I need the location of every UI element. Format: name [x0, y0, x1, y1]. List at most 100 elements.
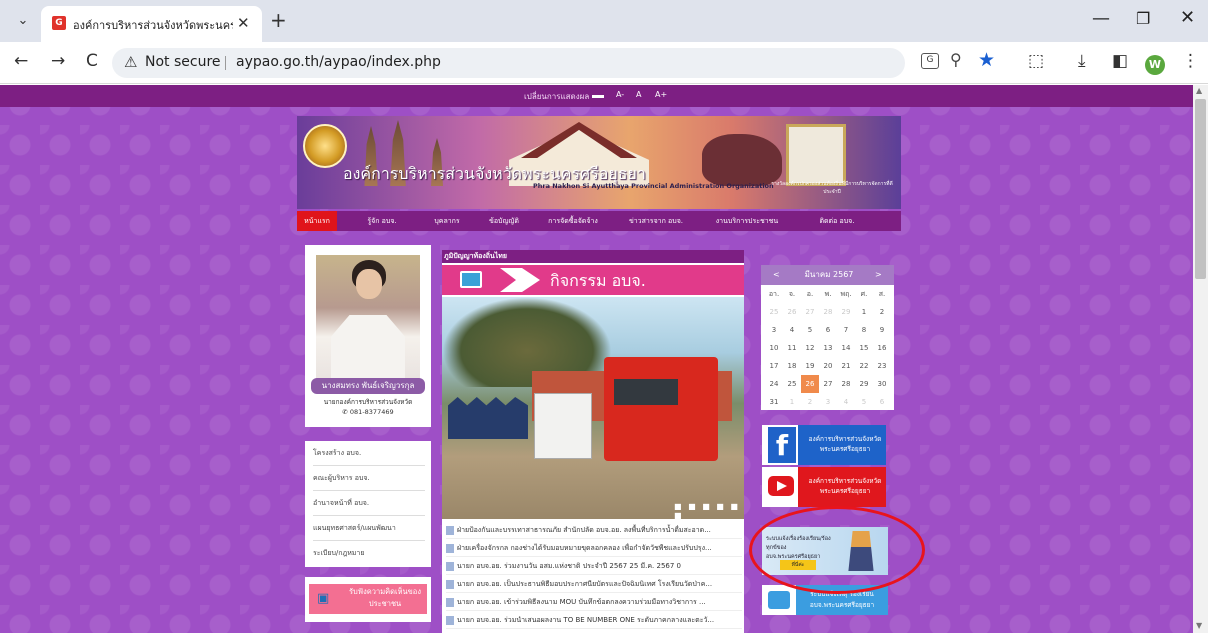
not-secure-label[interactable]: Not secure	[145, 54, 221, 70]
left-menu-item-plans[interactable]: แผนยุทธศาสตร์/แผนพัฒนา	[313, 516, 425, 541]
nav-item-services[interactable]: งานบริการประชาชน	[697, 211, 797, 231]
back-button[interactable]: ←	[14, 51, 28, 71]
calendar-day[interactable]: 28	[837, 375, 855, 393]
news-item-text[interactable]: ฝ่ายป้องกันและบรรเทาสาธารณภัย สำนักปลัด …	[457, 526, 711, 534]
warning-icon[interactable]: ⚠	[124, 53, 137, 71]
window-close-button[interactable]: ✕	[1180, 7, 1195, 28]
scroll-up-icon[interactable]: ▲	[1196, 86, 1202, 95]
forward-button[interactable]: →	[51, 51, 65, 71]
calendar-day[interactable]: 6	[819, 321, 837, 339]
calendar-day[interactable]: 4	[837, 393, 855, 411]
slider-dots[interactable]: ■ ■ ■ ■ ■ ■	[674, 502, 744, 519]
calendar-day[interactable]: 19	[801, 357, 819, 375]
calendar-day[interactable]: 23	[873, 357, 891, 375]
calendar-day[interactable]: 29	[837, 303, 855, 321]
left-menu-item-duties[interactable]: อำนาจหน้าที่ อบจ.	[313, 491, 425, 516]
new-tab-button[interactable]: +	[270, 8, 287, 32]
news-item-text[interactable]: นายก อบจ.อย. ร่วมนำเสนอผลงาน TO BE NUMBE…	[457, 616, 714, 624]
left-menu-item-structure[interactable]: โครงสร้าง อบจ.	[313, 441, 425, 466]
calendar-day[interactable]: 18	[783, 357, 801, 375]
contrast-toggle-icon[interactable]	[592, 95, 604, 98]
calendar-day[interactable]: 21	[837, 357, 855, 375]
calendar-day[interactable]: 28	[819, 303, 837, 321]
calendar-day[interactable]: 7	[837, 321, 855, 339]
news-item-text[interactable]: นายก อบจ.อย. เป็นประธานพิธีมอบประกาศนียบ…	[457, 580, 712, 588]
zoom-icon[interactable]: ⚲	[950, 50, 962, 69]
news-item[interactable]: นายก อบจ.อย. เป็นประธานพิธีมอบประกาศนียบ…	[446, 576, 742, 593]
news-item[interactable]: ฝ่ายป้องกันและบรรเทาสาธารณภัย สำนักปลัด …	[446, 522, 742, 539]
calendar-day[interactable]: 11	[783, 339, 801, 357]
calendar-day[interactable]: 26	[783, 303, 801, 321]
nav-item-personnel[interactable]: บุคลากร	[425, 211, 469, 231]
profile-avatar[interactable]: W	[1145, 55, 1165, 75]
calendar-day[interactable]: 6	[873, 393, 891, 411]
news-item[interactable]: นายก อบจ.อย. ร่วมนำเสนอผลงาน TO BE NUMBE…	[446, 612, 742, 629]
calendar-day[interactable]: 27	[801, 303, 819, 321]
maximize-button[interactable]: ❐	[1136, 9, 1150, 28]
calendar-day[interactable]: 15	[855, 339, 873, 357]
calendar-day[interactable]: 9	[873, 321, 891, 339]
font-large-button[interactable]: A+	[655, 90, 667, 99]
calendar-day[interactable]: 2	[801, 393, 819, 411]
font-small-button[interactable]: A-	[616, 90, 624, 99]
nav-item-contact[interactable]: ติดต่อ อบจ.	[805, 211, 869, 231]
news-item-text[interactable]: ฝ่ายเครื่องจักรกล กองช่างได้รับมอบหมายขุ…	[457, 544, 712, 552]
calendar-day[interactable]: 12	[801, 339, 819, 357]
activity-photo-slider[interactable]: ■ ■ ■ ■ ■ ■	[442, 297, 744, 519]
tab-search-button[interactable]: ⌄	[10, 9, 36, 33]
calendar-day[interactable]: 16	[873, 339, 891, 357]
news-item[interactable]: ฝ่ายเครื่องจักรกล กองช่างได้รับมอบหมายขุ…	[446, 540, 742, 557]
extensions-icon[interactable]: ⬚	[1028, 51, 1044, 71]
bookmark-star-icon[interactable]: ★	[978, 49, 995, 71]
news-item[interactable]: นายก อบจ.อย. เข้าร่วมพิธีลงนาม MOU บันทึ…	[446, 594, 742, 611]
nav-item-procurement[interactable]: การจัดซื้อจัดจ้าง	[533, 211, 613, 231]
calendar-day[interactable]: 8	[855, 321, 873, 339]
news-item[interactable]: นายก อบจ.อย. ร่วมงานวัน อสม.แห่งชาติ ประ…	[446, 558, 742, 575]
news-item-text[interactable]: นายก อบจ.อย. เข้าร่วมพิธีลงนาม MOU บันทึ…	[457, 598, 706, 606]
active-tab[interactable]: G องค์การบริหารส่วนจังหวัดพระนครศรีอ ✕	[41, 6, 262, 42]
url-text[interactable]: aypao.go.th/aypao/index.php	[236, 54, 441, 70]
calendar-day[interactable]: 26	[801, 375, 819, 393]
translate-icon[interactable]: G	[921, 53, 939, 69]
calendar-day[interactable]: 1	[783, 393, 801, 411]
opinion-button[interactable]: ▣ รับฟังความคิดเห็นของประชาชน	[309, 584, 427, 614]
calendar-next-button[interactable]: >	[875, 265, 882, 285]
download-icon[interactable]: ⤓	[1078, 51, 1086, 71]
calendar-day[interactable]: 3	[819, 393, 837, 411]
calendar-day[interactable]: 13	[819, 339, 837, 357]
reload-button[interactable]: C	[86, 51, 98, 71]
minimize-button[interactable]: —	[1092, 8, 1110, 29]
scroll-down-icon[interactable]: ▼	[1196, 621, 1202, 630]
calendar-day[interactable]: 22	[855, 357, 873, 375]
left-menu-item-laws[interactable]: ระเบียบ/กฎหมาย	[313, 541, 425, 566]
facebook-link[interactable]: f องค์การบริหารส่วนจังหวัดพระนครศรีอยุธย…	[762, 425, 886, 465]
calendar-day[interactable]: 29	[855, 375, 873, 393]
news-item-text[interactable]: นายก อบจ.อย. ร่วมงานวัน อสม.แห่งชาติ ประ…	[457, 562, 681, 570]
calendar-day[interactable]: 3	[765, 321, 783, 339]
font-normal-button[interactable]: A	[636, 90, 641, 99]
left-menu-item-executives[interactable]: คณะผู้บริหาร อบจ.	[313, 466, 425, 491]
nav-item-news[interactable]: ข่าวสารจาก อบจ.	[619, 211, 693, 231]
calendar-day[interactable]: 27	[819, 375, 837, 393]
calendar-day[interactable]: 4	[783, 321, 801, 339]
calendar-day[interactable]: 20	[819, 357, 837, 375]
display-mode-label[interactable]: เปลี่ยนการแสดงผล	[524, 90, 589, 103]
calendar-day[interactable]: 5	[855, 393, 873, 411]
scrollbar-thumb[interactable]	[1195, 99, 1206, 279]
calendar-day[interactable]: 5	[801, 321, 819, 339]
browser-menu-icon[interactable]: ⋮	[1182, 51, 1199, 71]
calendar-prev-button[interactable]: <	[773, 265, 780, 285]
calendar-day[interactable]: 30	[873, 375, 891, 393]
calendar-day[interactable]: 25	[765, 303, 783, 321]
youtube-link[interactable]: องค์การบริหารส่วนจังหวัดพระนครศรีอยุธยา	[762, 467, 886, 507]
calendar-day[interactable]: 1	[855, 303, 873, 321]
calendar-day[interactable]: 24	[765, 375, 783, 393]
nav-item-home[interactable]: หน้าแรก	[297, 211, 337, 231]
page-scrollbar[interactable]: ▲ ▼	[1193, 85, 1208, 633]
calendar-day[interactable]: 25	[783, 375, 801, 393]
nav-item-about[interactable]: รู้จัก อบจ.	[357, 211, 407, 231]
address-bar[interactable]: ⚠ Not secure aypao.go.th/aypao/index.php…	[112, 48, 995, 78]
calendar-day[interactable]: 10	[765, 339, 783, 357]
tab-close-icon[interactable]: ✕	[237, 14, 250, 32]
calendar-day[interactable]: 31	[765, 393, 783, 411]
